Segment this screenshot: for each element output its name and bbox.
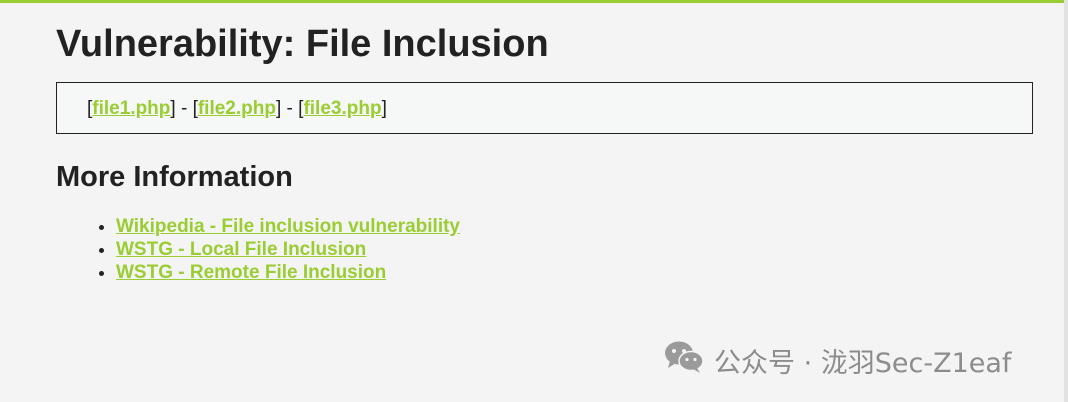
wstg-local-file-inclusion-link[interactable]: WSTG - Local File Inclusion (116, 239, 366, 260)
more-information-list: Wikipedia - File inclusion vulnerability… (97, 215, 460, 284)
separator-dash: - (281, 98, 299, 119)
list-item: WSTG - Local File Inclusion (116, 238, 460, 261)
watermark: 公众号 · 泷羽Sec-Z1eaf (664, 340, 1011, 380)
file1-link[interactable]: file1.php (92, 98, 170, 119)
bracket-close: ] (381, 98, 387, 119)
wstg-remote-file-inclusion-link[interactable]: WSTG - Remote File Inclusion (116, 262, 386, 283)
wechat-icon (664, 340, 714, 381)
more-information-heading: More Information (56, 161, 293, 193)
vulnerable-code-area: [file1.php] - [file2.php] - [file3.php] (56, 82, 1033, 134)
accent-top-bar (0, 0, 1068, 3)
list-item: Wikipedia - File inclusion vulnerability (116, 215, 460, 238)
window-edge (1064, 0, 1068, 402)
separator-dash: - (175, 98, 193, 119)
list-item: WSTG - Remote File Inclusion (116, 261, 460, 284)
file3-link[interactable]: file3.php (303, 98, 381, 119)
wikipedia-file-inclusion-link[interactable]: Wikipedia - File inclusion vulnerability (116, 216, 460, 237)
file-links: [file1.php] - [file2.php] - [file3.php] (87, 98, 387, 120)
file2-link[interactable]: file2.php (198, 98, 276, 119)
page-title: Vulnerability: File Inclusion (56, 23, 549, 65)
watermark-text: 公众号 · 泷羽Sec-Z1eaf (714, 347, 1012, 379)
